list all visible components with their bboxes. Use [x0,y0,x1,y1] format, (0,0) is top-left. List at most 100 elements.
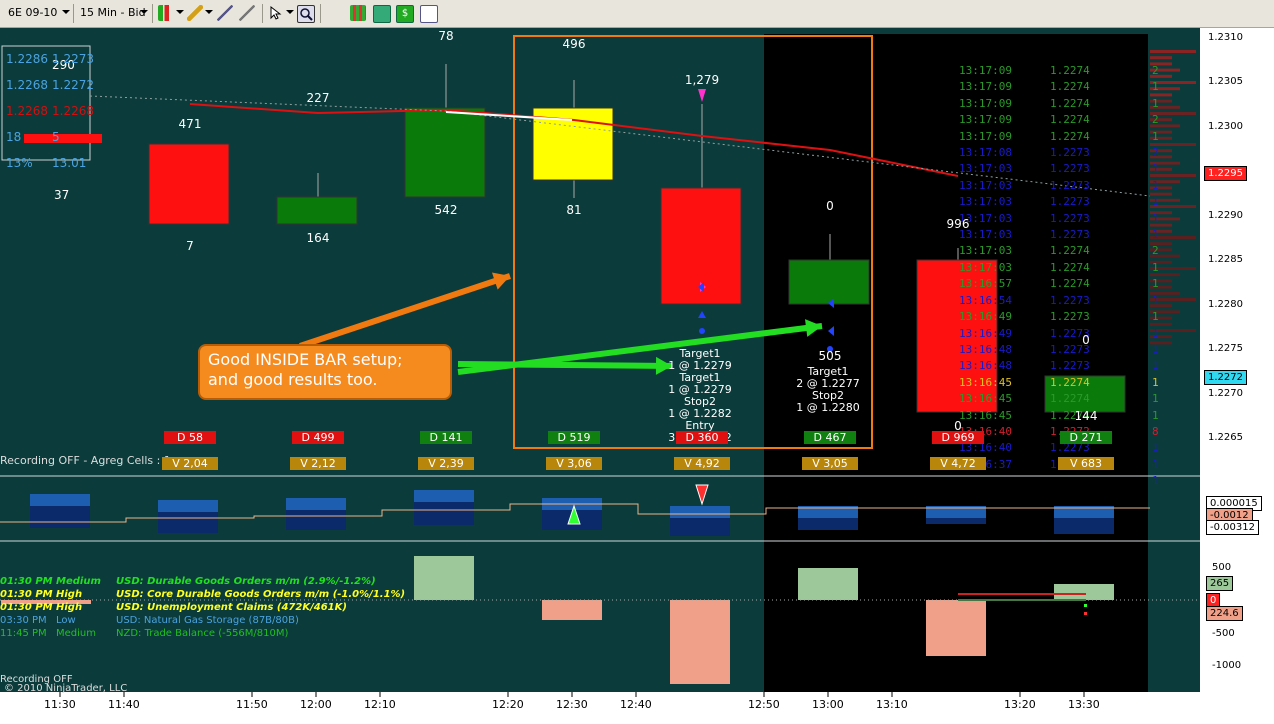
tape-size: 1 [1152,277,1159,291]
news-impact: Medium [56,628,96,639]
volume-bar-lower [158,512,218,533]
instrument-icon[interactable] [350,5,366,21]
callout-line-1: Good INSIDE BAR setup; [208,350,403,369]
info-box-value-b: 1.2273 [52,52,94,66]
oscillator-tick-label: 500 [1212,562,1232,573]
tape-row: 13:16:54 1.2273 [959,293,1090,309]
magenta-arrow-icon [698,89,706,102]
toolbar-separator [262,4,263,23]
tape-time: 13:16:45 [959,392,1012,406]
tape-size: 1 [1152,195,1159,209]
volume-bar-lower [670,518,730,536]
tape-size: 1 [1152,408,1159,422]
tape-row: 13:17:09 1.2274 [959,79,1090,95]
tape-row: 13:17:03 1.2274 [959,260,1090,276]
news-text: USD: Unemployment Claims (472K/461K) [116,602,347,613]
tape-price: 1.2273 [1049,178,1090,192]
tape-size: 1 [1152,359,1159,373]
tape-size: 2 [1152,244,1159,258]
tape-time: 13:17:09 [959,129,1012,143]
tape-time: 13:17:03 [959,244,1012,258]
info-box-bar [24,134,102,143]
toolbar-separator [152,4,153,23]
price-tick-label: 1.2275 [1208,343,1243,355]
candle-top-label: 471 [178,117,202,131]
depth-bar [1150,56,1172,60]
price-tick-label: 1.2305 [1208,76,1243,88]
news-text: NZD: Trade Balance (-556M/810M) [116,628,289,639]
tape-time: 13:16:48 [959,342,1012,356]
timeframe-label: 15 Min - Bid [80,6,146,19]
tape-price: 1.2274 [1049,96,1090,110]
price-tick-label: 1.2300 [1208,120,1243,132]
candle-top-label: 0 [1082,333,1090,347]
bar-type-dropdown-icon[interactable] [176,10,184,14]
zoom-icon[interactable] [297,5,315,23]
cursor-icon[interactable] [268,5,284,21]
price-tick-label: 1.2270 [1208,387,1243,399]
pencil-dropdown-icon[interactable] [205,10,213,14]
tape-size: 1 [1152,310,1159,324]
setup-callout: Good INSIDE BAR setup; and good results … [198,344,452,400]
news-time: 03:30 PM [0,615,47,626]
delta-badge: D 969 [932,431,984,444]
tape-size: 1 [1152,326,1159,340]
tape-row: 13:17:09 1.2274 [959,112,1090,128]
price-tick-label: 1.2285 [1208,254,1243,266]
candle-bottom-label: 144 [1074,409,1098,423]
tape-price: 1.2273 [1049,310,1090,324]
histogram-bar [542,600,602,620]
candle-body [788,259,870,305]
recording-status: Recording OFF - Agreg Cells : 1 [0,454,171,467]
tape-time: 13:17:03 [959,260,1012,274]
histogram-bar [926,600,986,656]
candle-top-label: 0 [826,199,834,213]
tape-row: 13:17:09 1.2274 [959,96,1090,112]
candle-bottom-label: 81 [566,203,582,217]
time-tick-label: 12:30 [556,698,588,711]
volume-badge: V 3,06 [546,457,602,470]
chart-data-icon[interactable] [373,5,391,23]
candle-body [148,143,230,225]
tape-price: 1.2274 [1049,260,1090,274]
tape-size: 1 [1152,80,1159,94]
tape-price: 1.2273 [1049,293,1090,307]
candle-body [276,196,358,225]
instrument-dropdown-icon[interactable] [62,10,70,14]
cursor-dropdown-icon[interactable] [286,10,294,14]
volume-bar-upper [158,500,218,512]
timeframe-dropdown-icon[interactable] [140,10,148,14]
draw-pencil-icon[interactable] [187,5,203,21]
time-tick-label: 12:20 [492,698,524,711]
properties-icon[interactable]: $ [396,5,414,23]
tape-row: 13:16:48 1.2273 [959,358,1090,374]
news-impact: Low [56,615,76,626]
info-box-value-b: 5 [52,130,60,144]
time-tick-label: 12:40 [620,698,652,711]
order-labels-bar6: Target1 2 @ 1.2277 Stop2 1 @ 1.2280 [788,366,868,414]
price-tick-label: 1.2310 [1208,32,1243,43]
blank-doc-icon[interactable] [420,5,438,23]
delta-badge: D 271 [1060,431,1112,444]
tape-time: 13:17:03 [959,162,1012,176]
time-tick-label: 13:00 [812,698,844,711]
tape-size: 1 [1152,457,1159,471]
drawing-tools-icon[interactable] [239,5,255,21]
attach-icon[interactable] [217,5,233,21]
info-box-value-b: 1.2268 [52,104,94,118]
tape-row: 13:17:09 1.2274 [959,63,1090,79]
news-time: 11:45 PM [0,628,47,639]
tape-time: 13:17:09 [959,113,1012,127]
tape-size: 8 [1152,424,1159,438]
volume-bar-upper [286,498,346,510]
volume-badge: V 3,05 [802,457,858,470]
bar-type-icon[interactable] [158,5,174,21]
tape-price: 1.2274 [1049,277,1090,291]
order-label: 1 @ 1.2280 [796,401,860,414]
time-tick-label: 13:20 [1004,698,1036,711]
info-box-value-a: 13% [6,156,33,170]
volume-badge: V 4,92 [674,457,730,470]
tape-row: 13:16:57 1.2274 [959,276,1090,292]
candle-top-label: 1,279 [684,73,720,87]
candle-bottom-label: 505 [818,349,842,363]
